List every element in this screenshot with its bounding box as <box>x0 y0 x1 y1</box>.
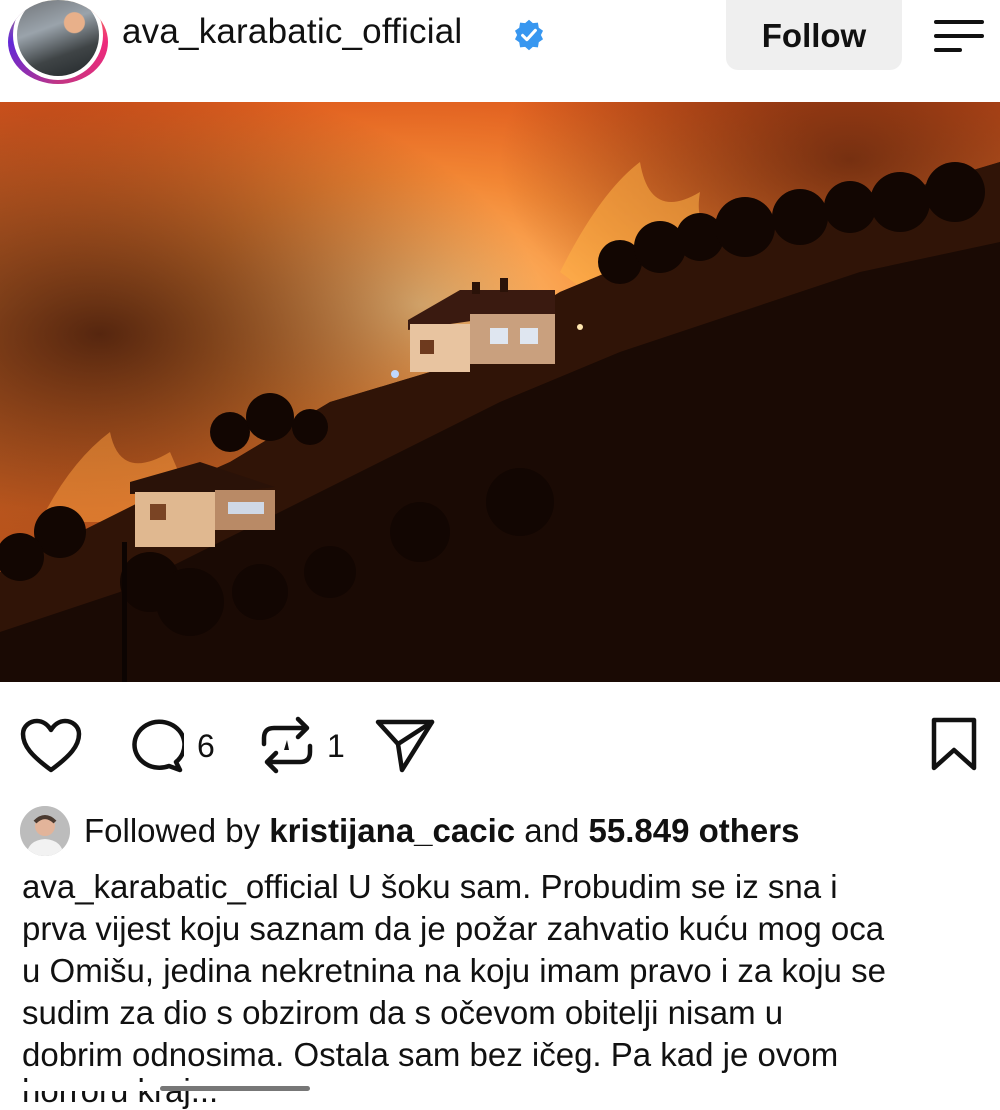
followed-others-link[interactable]: 55.849 others <box>589 812 800 849</box>
followed-and: and <box>524 812 580 849</box>
follow-button[interactable]: Follow <box>726 0 902 70</box>
caption-line: horroru kraj... <box>22 1072 218 1110</box>
follower-avatar[interactable] <box>20 806 70 856</box>
followed-prefix: Followed by <box>84 812 261 849</box>
post-username[interactable]: ava_karabatic_official <box>122 12 462 52</box>
followed-user-link[interactable]: kristijana_cacic <box>269 812 515 849</box>
post-actions: 6 1 <box>0 700 1000 790</box>
caption-text: U šoku sam. Probudim se iz sna i <box>338 868 838 905</box>
caption-line: prva vijest koju saznam da je požar zahv… <box>22 910 885 947</box>
comment-count: 6 <box>197 728 215 764</box>
verified-badge-icon <box>514 19 544 51</box>
send-icon[interactable] <box>374 716 436 774</box>
caption-line: dobrim odnosima. Ostala sam bez ičeg. Pa… <box>22 1036 839 1073</box>
caption-username[interactable]: ava_karabatic_official <box>22 868 339 905</box>
post-caption: ava_karabatic_official U šoku sam. Probu… <box>22 866 992 1076</box>
repost-icon[interactable] <box>258 714 316 776</box>
caption-line: u Omišu, jedina nekretnina na koju imam … <box>22 952 886 989</box>
scroll-indicator <box>160 1086 310 1091</box>
heart-icon[interactable] <box>20 718 82 774</box>
profile-avatar[interactable] <box>8 0 108 84</box>
post-photo[interactable] <box>0 102 1000 682</box>
menu-icon[interactable] <box>930 16 986 52</box>
caption-line: ava_karabatic_official U šoku sam. Probu… <box>22 866 992 908</box>
post-header: ava_karabatic_official Follow <box>0 0 1000 100</box>
followed-by-text: Followed by kristijana_cacic and 55.849 … <box>84 812 799 850</box>
bookmark-icon[interactable] <box>930 716 978 772</box>
bottom-mask <box>0 1082 1000 1091</box>
comment-icon[interactable] <box>124 718 184 774</box>
follower-avatar-photo <box>20 806 70 856</box>
repost-count: 1 <box>327 728 345 764</box>
caption-line: sudim za dio s obzirom da s očevom obite… <box>22 994 784 1031</box>
